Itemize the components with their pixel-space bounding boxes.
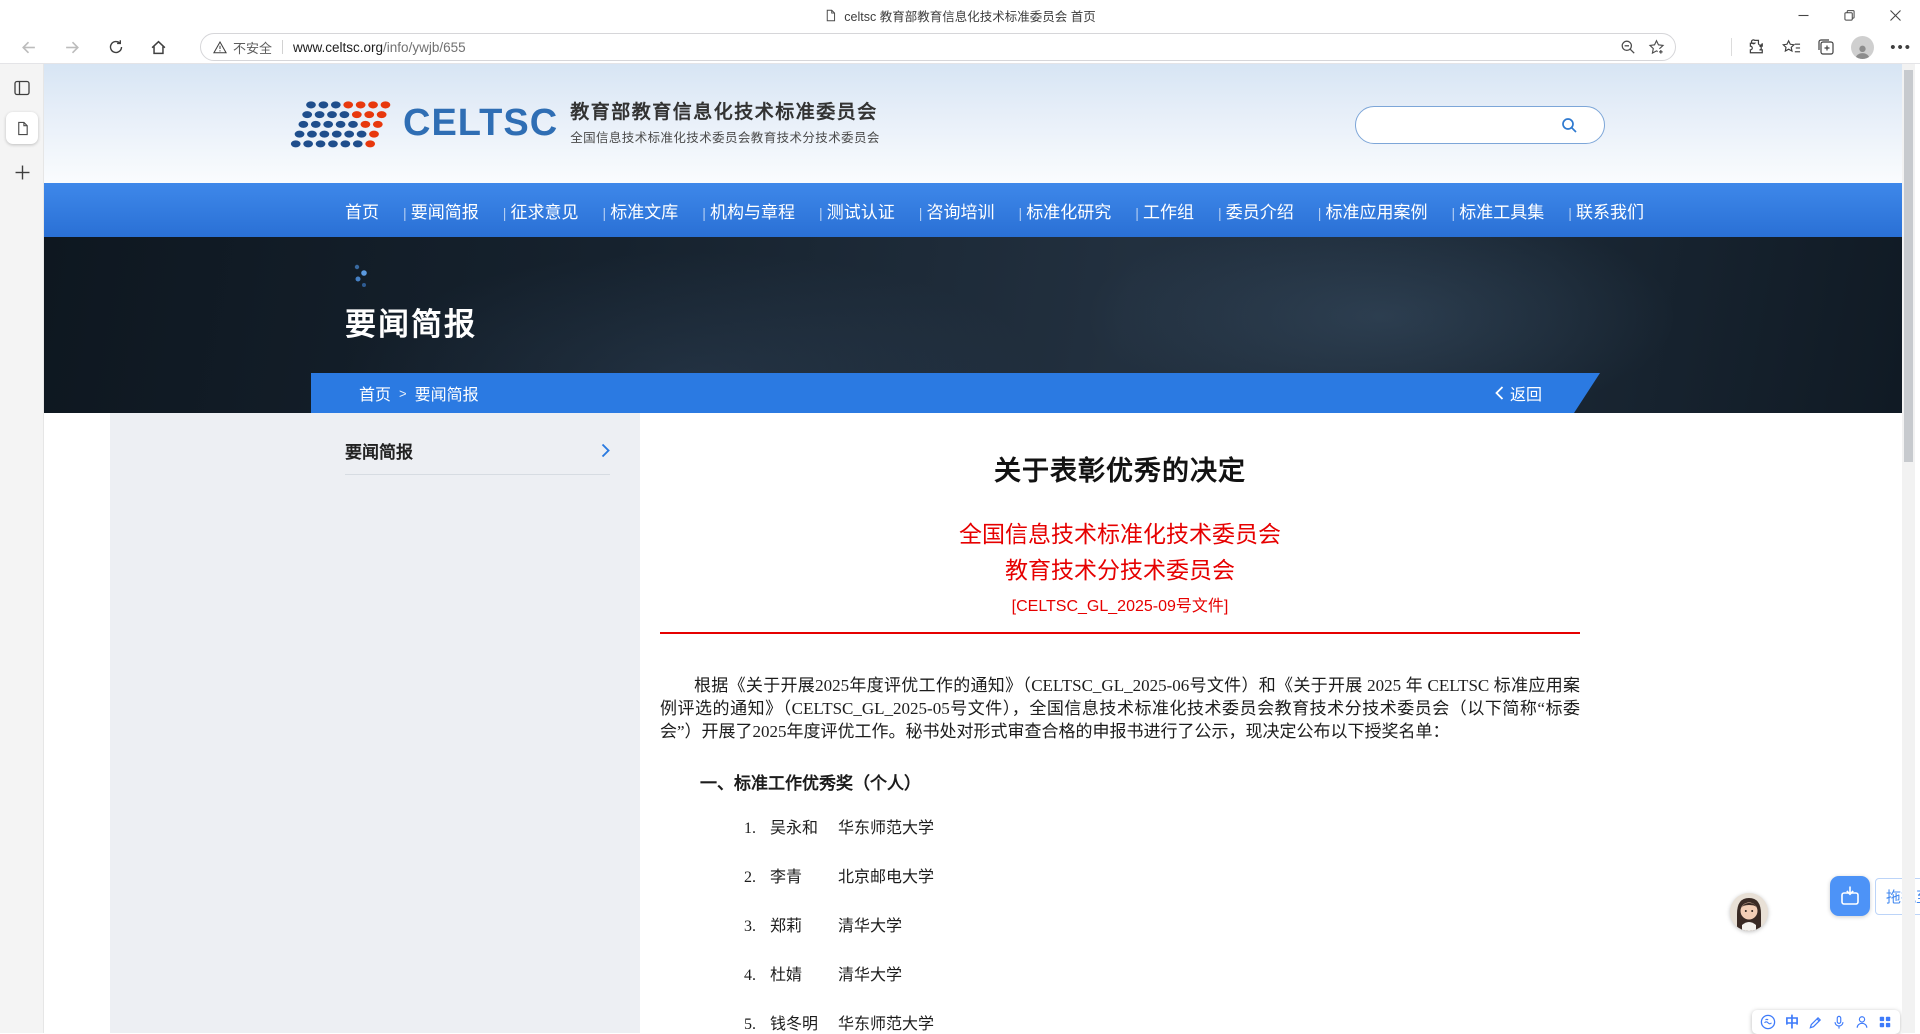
ime-pen-icon[interactable] — [1808, 1015, 1823, 1030]
page-viewport: CELTSC 教育部教育信息化技术标准委员会 全国信息技术标准化技术委员会教育技… — [44, 64, 1902, 1033]
chevron-left-icon — [1495, 386, 1504, 400]
settings-menu-icon[interactable]: ••• — [1890, 39, 1912, 56]
minimize-button[interactable] — [1780, 0, 1826, 30]
nav-item-cases[interactable]: 标准应用案例 — [1326, 198, 1456, 223]
article-paragraph: 根据《关于开展2025年度评优工作的通知》（CELTSC_GL_2025-06号… — [660, 674, 1580, 743]
nav-item-testing[interactable]: 测试认证 — [827, 198, 923, 223]
breadcrumb-current[interactable]: 要闻简报 — [415, 381, 479, 405]
add-favorite-icon[interactable] — [1648, 39, 1665, 56]
warning-icon — [213, 41, 227, 54]
award-row: 3.郑莉清华大学 — [744, 912, 1580, 936]
article-subtitle-2: 教育技术分技术委员会 — [660, 552, 1580, 588]
nav-item-research[interactable]: 标准化研究 — [1026, 198, 1139, 223]
banner-arrow-icon — [352, 263, 372, 289]
site-header: CELTSC 教育部教育信息化技术标准委员会 全国信息技术标准化技术委员会教育技… — [44, 64, 1902, 183]
browser-titlebar: celtsc 教育部教育信息化技术标准委员会 首页 — [0, 0, 1920, 30]
back-icon[interactable] — [14, 33, 42, 61]
browser-toolbar: 不安全 www.celtsc.org/info/ywjb/655 ••• — [0, 30, 1920, 64]
breadcrumb-separator: > — [399, 386, 407, 401]
logo-dots-icon — [290, 98, 395, 150]
ime-status-bar[interactable]: 中 — [1752, 1010, 1900, 1034]
scrollbar-thumb[interactable] — [1904, 70, 1913, 462]
ime-user-icon[interactable] — [1855, 1015, 1869, 1029]
assistant-avatar[interactable] — [1730, 893, 1768, 931]
sidebar-item-news[interactable]: 要闻简报 — [345, 427, 610, 475]
article: 关于表彰优秀的决定 全国信息技术标准化技术委员会 教育技术分技术委员会 [CEL… — [640, 413, 1902, 1033]
page-title: 要闻简报 — [345, 299, 477, 344]
forward-icon[interactable] — [58, 33, 86, 61]
document-number: [CELTSC_GL_2025-09号文件] — [660, 592, 1580, 616]
security-label: 不安全 — [233, 38, 272, 57]
nav-item-contact[interactable]: 联系我们 — [1576, 198, 1644, 223]
active-tab[interactable]: celtsc 教育部教育信息化技术标准委员会 首页 — [0, 0, 1920, 30]
article-subtitle-1: 全国信息技术标准化技术委员会 — [660, 516, 1580, 552]
nav-item-standards[interactable]: 标准文库 — [610, 198, 706, 223]
drag-drop-icon[interactable] — [1830, 876, 1870, 916]
ime-mic-icon[interactable] — [1832, 1015, 1846, 1030]
left-sidebar: 要闻简报 — [110, 413, 640, 1033]
tab-panel-toggle-icon[interactable] — [8, 74, 36, 102]
red-divider — [660, 632, 1580, 634]
content-area: 要闻简报 关于表彰优秀的决定 全国信息技术标准化技术委员会 教育技术分技术委员会… — [44, 413, 1902, 1033]
zoom-out-indicator-icon[interactable] — [1620, 39, 1636, 55]
address-bar[interactable]: 不安全 www.celtsc.org/info/ywjb/655 — [200, 33, 1676, 61]
back-link[interactable]: 返回 — [1495, 373, 1542, 413]
page-favicon-icon — [824, 8, 837, 23]
search-icon[interactable] — [1561, 117, 1578, 134]
ime-mode-chinese[interactable]: 中 — [1785, 1015, 1799, 1029]
main-nav: 首页 要闻简报 征求意见 标准文库 机构与章程 测试认证 咨询培训 标准化研究 … — [44, 183, 1902, 237]
ime-logo-icon[interactable] — [1760, 1014, 1776, 1030]
site-security-chip[interactable]: 不安全 — [213, 38, 272, 57]
article-title: 关于表彰优秀的决定 — [660, 449, 1580, 488]
divider — [1731, 38, 1732, 56]
nav-item-comments[interactable]: 征求意见 — [511, 198, 607, 223]
scrollbar[interactable] — [1902, 64, 1915, 1033]
search-input[interactable] — [1355, 106, 1605, 144]
nav-item-home[interactable]: 首页 — [345, 198, 407, 223]
refresh-icon[interactable] — [102, 33, 130, 61]
url-text: www.celtsc.org/info/ywjb/655 — [293, 40, 466, 55]
nav-item-news[interactable]: 要闻简报 — [411, 198, 507, 223]
divider — [282, 40, 283, 54]
award-row: 2.李青北京邮电大学 — [744, 863, 1580, 887]
breadcrumb-home-link[interactable]: 首页 — [359, 381, 391, 405]
award-list: 1.吴永和华东师范大学 2.李青北京邮电大学 3.郑莉清华大学 4.杜婧清华大学… — [660, 814, 1580, 1033]
page-banner: 要闻简报 首页 > 要闻简报 返回 — [44, 237, 1902, 413]
active-tab-tile[interactable] — [6, 112, 38, 144]
award-row: 5.钱冬明华东师范大学 — [744, 1010, 1580, 1033]
award-row: 4.杜婧清华大学 — [744, 961, 1580, 985]
section-heading: 一、标准工作优秀奖（个人） — [700, 769, 1580, 794]
nav-item-tools[interactable]: 标准工具集 — [1459, 198, 1572, 223]
new-tab-icon[interactable] — [8, 158, 36, 186]
nav-item-charter[interactable]: 机构与章程 — [710, 198, 823, 223]
back-label: 返回 — [1510, 381, 1542, 405]
breadcrumb: 首页 > 要闻简报 返回 — [311, 373, 1600, 413]
home-icon[interactable] — [144, 33, 172, 61]
close-button[interactable] — [1872, 0, 1918, 30]
sidebar-item-label: 要闻简报 — [345, 438, 413, 463]
vertical-tabs-rail — [0, 64, 44, 1033]
extensions-icon[interactable] — [1748, 38, 1766, 56]
favorites-icon[interactable] — [1782, 39, 1801, 56]
org-name-line1: 教育部教育信息化技术标准委员会 — [570, 101, 880, 125]
collections-icon[interactable] — [1817, 38, 1835, 56]
tab-title: celtsc 教育部教育信息化技术标准委员会 首页 — [844, 6, 1095, 25]
restore-button[interactable] — [1826, 0, 1872, 30]
page-icon — [15, 120, 30, 137]
nav-item-training[interactable]: 咨询培训 — [927, 198, 1023, 223]
site-logo[interactable]: CELTSC 教育部教育信息化技术标准委员会 全国信息技术标准化技术委员会教育技… — [290, 64, 880, 183]
nav-item-members[interactable]: 委员介绍 — [1226, 198, 1322, 223]
chevron-right-icon — [601, 443, 610, 458]
award-row: 1.吴永和华东师范大学 — [744, 814, 1580, 838]
brand-name: CELTSC — [403, 102, 558, 145]
profile-avatar[interactable] — [1851, 36, 1874, 59]
org-name-line2: 全国信息技术标准化技术委员会教育技术分技术委员会 — [570, 127, 880, 146]
ime-grid-icon[interactable] — [1878, 1015, 1892, 1029]
nav-item-workgroups[interactable]: 工作组 — [1143, 198, 1222, 223]
